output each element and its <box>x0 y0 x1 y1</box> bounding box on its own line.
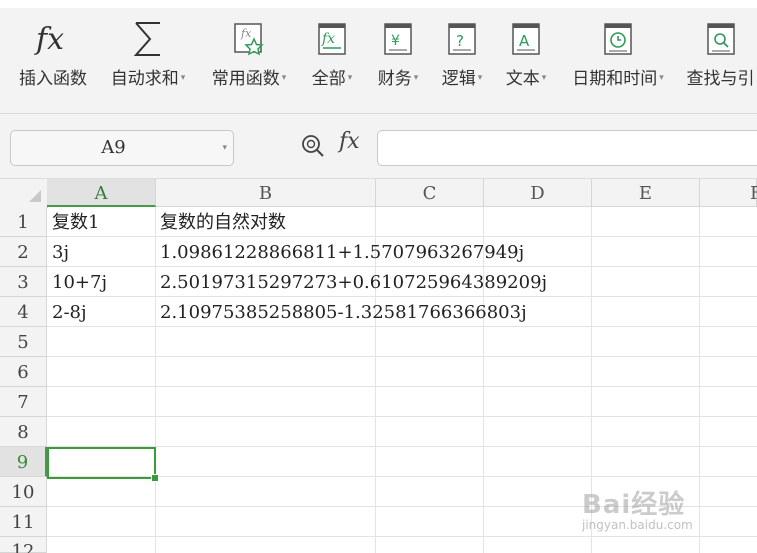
cell-a2[interactable]: 3j <box>48 237 69 267</box>
logic-caret: ▾ <box>477 72 483 83</box>
name-box-value: A9 <box>101 137 126 158</box>
sigma-icon <box>130 18 166 60</box>
row-header-1[interactable]: 1 <box>0 207 47 237</box>
common-functions-label: 常用函数 <box>211 69 280 89</box>
column-header-e[interactable]: E <box>592 179 700 207</box>
finance-icon: ¥ <box>382 18 414 60</box>
finance-caret: ▾ <box>413 72 419 83</box>
text-icon: A <box>510 18 542 60</box>
fill-handle[interactable] <box>151 474 159 482</box>
datetime-icon <box>602 18 634 60</box>
watermark-brand: Bai经验 <box>582 490 686 520</box>
spreadsheet-grid: A B C D E F 1 2 3 4 5 6 7 8 9 10 11 12 复… <box>0 179 757 553</box>
common-functions-caret: ▾ <box>281 72 287 83</box>
watermark: Bai经验 jingyan.baidu.com <box>582 484 752 544</box>
row-header-8[interactable]: 8 <box>0 417 47 447</box>
column-header-f[interactable]: F <box>700 179 757 207</box>
cell-b1[interactable]: 复数的自然对数 <box>156 207 286 237</box>
zoom-search-icon[interactable] <box>300 133 326 163</box>
row-header-9[interactable]: 9 <box>0 447 47 477</box>
logic-icon: ? <box>446 18 478 60</box>
logic-button[interactable]: ? 逻辑 ▾ <box>434 18 490 98</box>
svg-text:¥: ¥ <box>391 33 400 49</box>
column-header-a[interactable]: A <box>47 179 156 207</box>
row-header-6[interactable]: 6 <box>0 357 47 387</box>
autosum-label: 自动求和 <box>110 69 179 89</box>
cell-a3[interactable]: 10+7j <box>48 267 107 297</box>
lookup-icon <box>705 18 737 60</box>
fx-icon: fx <box>33 18 73 60</box>
cell-b3[interactable]: 2.50197315297273+0.610725964389209j <box>156 267 547 297</box>
svg-text:?: ? <box>456 32 464 50</box>
watermark-url: jingyan.baidu.com <box>582 518 693 532</box>
name-box[interactable]: A9 ▾ <box>10 130 234 166</box>
select-all-corner[interactable] <box>0 179 48 208</box>
cell-b2[interactable]: 1.09861228866811+1.5707963267949j <box>156 237 524 267</box>
all-functions-caret: ▾ <box>347 72 353 83</box>
formula-bar: A9 ▾ fx <box>0 114 757 179</box>
row-header-7[interactable]: 7 <box>0 387 47 417</box>
lookup-reference-button[interactable]: 查找与引 <box>684 18 757 98</box>
row-header-4[interactable]: 4 <box>0 297 47 327</box>
ribbon-toolbar: fx 插入函数 自动求和 ▾ fx 常用函数 ▾ fx 全部 ▾ ¥ 财务 ▾ ? 逻辑 <box>0 0 757 114</box>
autosum-button[interactable]: 自动求和 ▾ <box>104 18 192 98</box>
text-functions-label: 文本 <box>505 69 540 89</box>
all-functions-label: 全部 <box>311 69 346 89</box>
row-gridline <box>47 386 757 387</box>
insert-function-button[interactable]: fx 插入函数 <box>14 18 92 98</box>
svg-text:fx: fx <box>34 22 64 57</box>
row-header-5[interactable]: 5 <box>0 327 47 357</box>
text-functions-caret: ▾ <box>541 72 547 83</box>
cell-a4[interactable]: 2-8j <box>48 297 87 327</box>
cell-b4[interactable]: 2.10975385258805-1.32581766366803j <box>156 297 527 327</box>
svg-text:fx: fx <box>321 31 335 47</box>
insert-function-label: 插入函数 <box>19 69 87 89</box>
datetime-caret: ▾ <box>659 72 664 83</box>
cell-a1[interactable]: 复数1 <box>48 207 99 237</box>
ribbon-top-strip <box>0 0 757 8</box>
selected-cell-a9[interactable] <box>47 447 156 479</box>
finance-button[interactable]: ¥ 财务 ▾ <box>370 18 426 98</box>
all-functions-icon: fx <box>316 18 348 60</box>
logic-label: 逻辑 <box>441 69 476 89</box>
row-header-2[interactable]: 2 <box>0 237 47 267</box>
row-header-11[interactable]: 11 <box>0 507 47 537</box>
row-header-10[interactable]: 10 <box>0 477 47 507</box>
datetime-button[interactable]: 日期和时间 ▾ <box>565 18 671 98</box>
chevron-down-icon[interactable]: ▾ <box>222 131 227 165</box>
common-functions-button[interactable]: fx 常用函数 ▾ <box>204 18 294 98</box>
all-functions-button[interactable]: fx 全部 ▾ <box>304 18 360 98</box>
row-gridline <box>47 356 757 357</box>
autosum-caret: ▾ <box>180 72 186 83</box>
column-header-b[interactable]: B <box>156 179 376 207</box>
text-functions-button[interactable]: A 文本 ▾ <box>498 18 554 98</box>
svg-text:A: A <box>519 32 530 50</box>
row-header-3[interactable]: 3 <box>0 267 47 297</box>
select-all-triangle-icon <box>29 190 41 202</box>
star-function-icon: fx <box>232 18 266 60</box>
column-header-c[interactable]: C <box>376 179 484 207</box>
svg-text:fx: fx <box>240 27 252 40</box>
row-header-12[interactable]: 12 <box>0 537 47 553</box>
finance-label: 财务 <box>377 69 412 89</box>
datetime-label: 日期和时间 <box>572 69 658 89</box>
fx-insert-icon[interactable]: fx <box>339 129 360 154</box>
formula-input[interactable] <box>377 130 757 166</box>
lookup-reference-label: 查找与引 <box>686 69 755 89</box>
column-header-d[interactable]: D <box>484 179 592 207</box>
row-gridline <box>47 416 757 417</box>
